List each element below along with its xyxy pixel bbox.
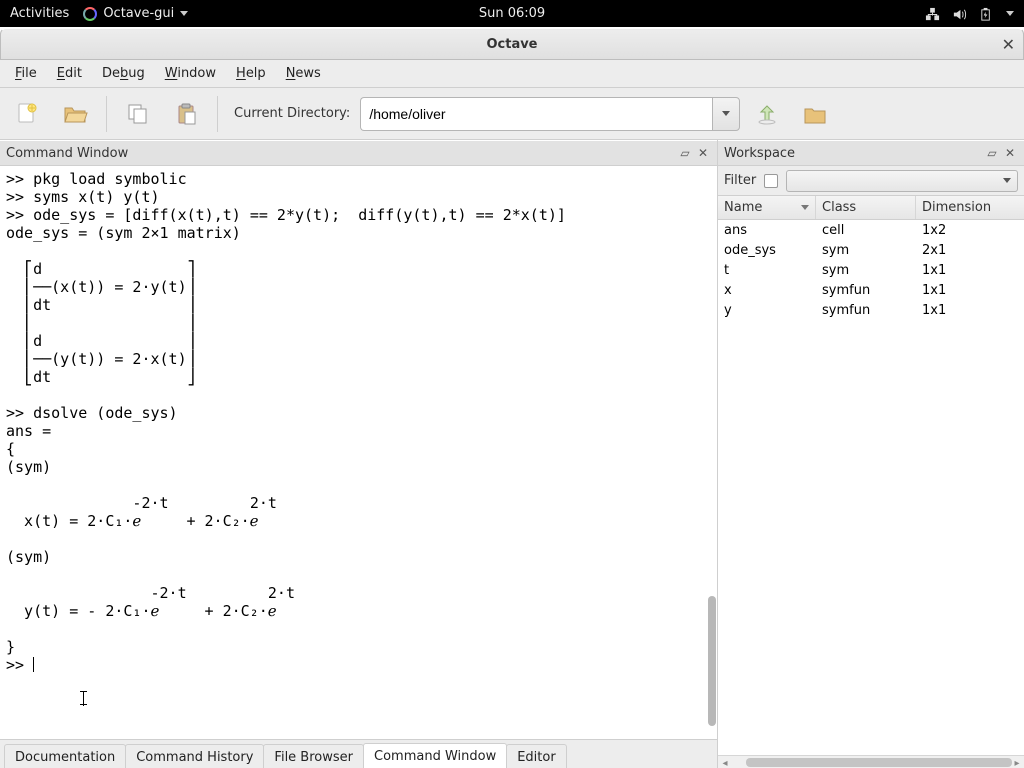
workspace-row[interactable]: xsymfun1x1	[718, 280, 1024, 300]
command-window-title: Command Window	[6, 146, 128, 161]
current-directory-input[interactable]	[360, 97, 712, 131]
bottom-tabs: Documentation Command History File Brows…	[0, 739, 717, 768]
workspace-cell-dim: 1x1	[916, 262, 1024, 279]
sort-desc-icon	[801, 205, 809, 210]
octave-orb-icon	[83, 7, 97, 21]
workspace-cell-dim: 1x2	[916, 222, 1024, 239]
chevron-down-icon	[722, 111, 730, 116]
battery-icon[interactable]	[979, 7, 994, 21]
pane-close-button[interactable]: ✕	[1002, 145, 1018, 161]
app-indicator-label: Octave-gui	[103, 6, 174, 21]
current-directory-label: Current Directory:	[234, 106, 350, 121]
workspace-cell-class: sym	[816, 242, 916, 259]
menubar: File Edit Debug Window Help News	[0, 60, 1024, 88]
menu-debug[interactable]: Debug	[93, 63, 154, 84]
command-window-header: Command Window ▱ ✕	[0, 140, 717, 166]
current-directory-dropdown-button[interactable]	[712, 97, 740, 131]
ibeam-cursor-icon	[78, 690, 88, 708]
app-indicator[interactable]: Octave-gui	[83, 6, 188, 21]
workspace-cell-name: x	[718, 282, 816, 299]
workspace-cell-dim: 1x1	[916, 302, 1024, 319]
workspace-cell-dim: 2x1	[916, 242, 1024, 259]
workspace-row[interactable]: ode_syssym2x1	[718, 240, 1024, 260]
command-window-text: >> pkg load symbolic >> syms x(t) y(t) >…	[6, 170, 566, 674]
workspace-col-dimension[interactable]: Dimension	[916, 196, 1024, 219]
toolbar-separator	[106, 96, 107, 132]
new-file-button[interactable]	[6, 94, 48, 134]
scroll-right-button[interactable]: ▸	[1010, 756, 1024, 768]
workspace-row[interactable]: tsym1x1	[718, 260, 1024, 280]
window-close-button[interactable]: ✕	[1002, 35, 1015, 54]
copy-button[interactable]	[117, 94, 159, 134]
tab-documentation[interactable]: Documentation	[4, 744, 126, 768]
workspace-cell-name: y	[718, 302, 816, 319]
tab-editor[interactable]: Editor	[506, 744, 566, 768]
toolbar-separator	[217, 96, 218, 132]
scroll-left-button[interactable]: ◂	[718, 756, 732, 768]
activities-button[interactable]: Activities	[10, 6, 69, 21]
menu-edit[interactable]: Edit	[48, 63, 91, 84]
chevron-down-icon	[1003, 178, 1011, 183]
menu-help[interactable]: Help	[227, 63, 275, 84]
paste-button[interactable]	[165, 94, 207, 134]
workspace-cell-class: symfun	[816, 302, 916, 319]
workspace-cell-name: ode_sys	[718, 242, 816, 259]
open-folder-button[interactable]	[54, 94, 96, 134]
window-titlebar: Octave ✕	[0, 28, 1024, 60]
workspace-filter-checkbox[interactable]	[764, 174, 778, 188]
workspace-table: Name Class Dimension anscell1x2ode_syssy…	[718, 196, 1024, 768]
menu-file[interactable]: File	[6, 63, 46, 84]
workspace-col-name[interactable]: Name	[718, 196, 816, 219]
workspace-horizontal-scrollbar[interactable]: ◂ ▸	[718, 755, 1024, 768]
workspace-filter-combo[interactable]	[786, 170, 1018, 192]
workspace-cell-name: t	[718, 262, 816, 279]
workspace-cell-dim: 1x1	[916, 282, 1024, 299]
workspace-row[interactable]: ysymfun1x1	[718, 300, 1024, 320]
text-cursor	[33, 657, 34, 672]
scrollbar-thumb[interactable]	[746, 758, 1012, 767]
pane-undock-button[interactable]: ▱	[677, 145, 693, 161]
gnome-top-bar: Activities Octave-gui Sun 06:09	[0, 0, 1024, 27]
workspace-filter-row: Filter	[718, 166, 1024, 196]
workspace-cell-class: symfun	[816, 282, 916, 299]
menu-news[interactable]: News	[277, 63, 330, 84]
workspace-row[interactable]: anscell1x2	[718, 220, 1024, 240]
pane-close-button[interactable]: ✕	[695, 145, 711, 161]
up-directory-button[interactable]	[746, 94, 788, 134]
toolbar: Current Directory:	[0, 88, 1024, 140]
workspace-cell-name: ans	[718, 222, 816, 239]
workspace-cell-class: cell	[816, 222, 916, 239]
window-title: Octave	[486, 37, 537, 52]
system-menu-chevron-icon[interactable]	[1006, 11, 1014, 16]
tab-command-history[interactable]: Command History	[125, 744, 264, 768]
workspace-filter-label: Filter	[724, 173, 756, 188]
scrollbar-thumb[interactable]	[708, 596, 716, 726]
workspace-header: Workspace ▱ ✕	[718, 140, 1024, 166]
command-window-body[interactable]: >> pkg load symbolic >> syms x(t) y(t) >…	[0, 166, 717, 739]
tab-file-browser[interactable]: File Browser	[263, 744, 364, 768]
tab-command-window[interactable]: Command Window	[363, 743, 507, 768]
menu-window[interactable]: Window	[156, 63, 225, 84]
browse-directory-button[interactable]	[794, 94, 836, 134]
vertical-scrollbar[interactable]	[705, 166, 717, 739]
chevron-down-icon	[180, 11, 188, 16]
volume-icon[interactable]	[952, 7, 967, 21]
workspace-title: Workspace	[724, 146, 795, 161]
workspace-cell-class: sym	[816, 262, 916, 279]
network-icon[interactable]	[925, 7, 940, 21]
workspace-col-class[interactable]: Class	[816, 196, 916, 219]
workspace-table-header: Name Class Dimension	[718, 196, 1024, 220]
pane-undock-button[interactable]: ▱	[984, 145, 1000, 161]
